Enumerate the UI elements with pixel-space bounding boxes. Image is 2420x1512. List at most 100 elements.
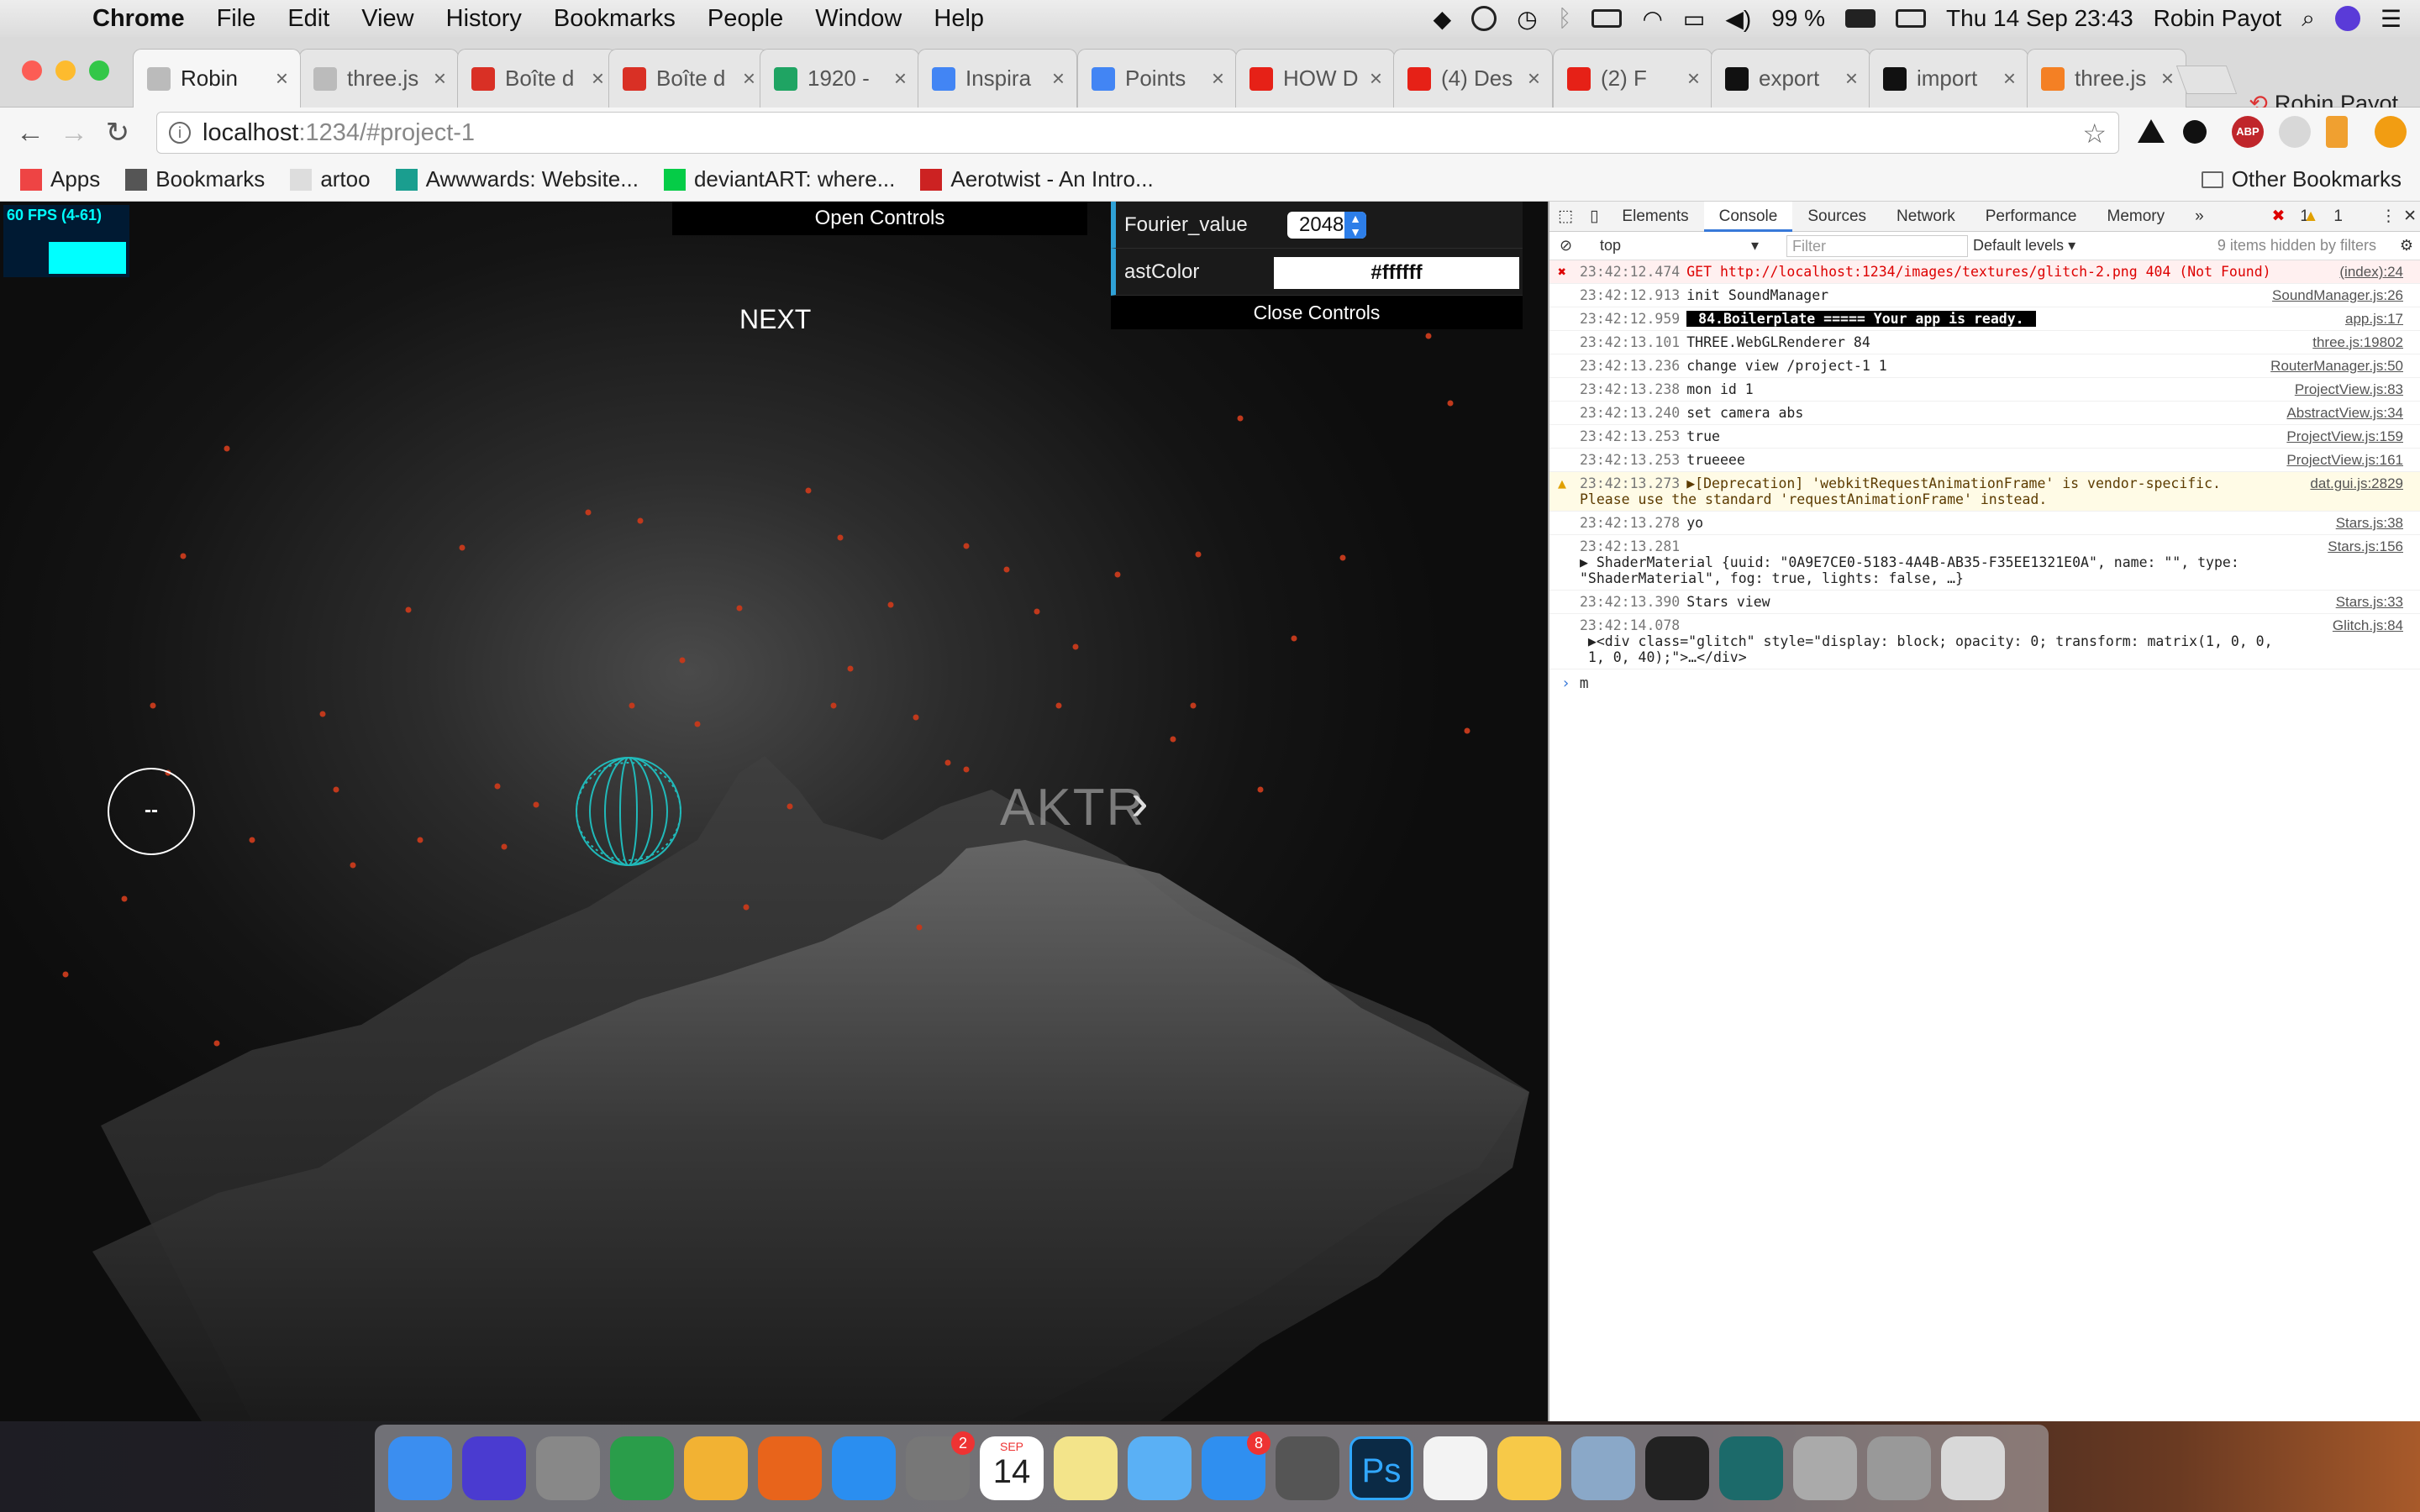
volume-icon[interactable]: ◀) bbox=[1725, 5, 1751, 33]
browser-tab[interactable]: 1920 - × bbox=[760, 49, 919, 108]
memory-meter-icon[interactable] bbox=[1591, 9, 1623, 28]
bluetooth-icon[interactable]: ᛒ bbox=[1558, 5, 1572, 32]
console-message[interactable]: 23:42:13.240 set camera abs AbstractView.j… bbox=[1549, 402, 2420, 425]
log-source-link[interactable]: ProjectView.js:161 bbox=[2286, 452, 2403, 468]
airplay-icon[interactable]: ▭ bbox=[1683, 5, 1705, 33]
devtools-tab-elements[interactable]: Elements bbox=[1607, 207, 1703, 226]
firefox-icon[interactable] bbox=[758, 1436, 822, 1500]
wifi-icon[interactable]: ◠ bbox=[1642, 5, 1662, 33]
dropbox-icon[interactable]: ◆ bbox=[1434, 5, 1452, 33]
log-source-link[interactable]: Stars.js:156 bbox=[2328, 538, 2403, 554]
close-tab-icon[interactable]: × bbox=[434, 66, 446, 92]
minimize-window-button[interactable] bbox=[55, 60, 76, 81]
close-tab-icon[interactable]: × bbox=[743, 66, 755, 92]
notes-icon[interactable] bbox=[1054, 1436, 1118, 1500]
close-tab-icon[interactable]: × bbox=[1687, 66, 1700, 92]
menu-history[interactable]: History bbox=[430, 5, 538, 33]
browser-tab[interactable]: HOW D × bbox=[1235, 49, 1395, 108]
log-source-link[interactable]: SoundManager.js:26 bbox=[2272, 287, 2403, 303]
devtools-tab-network[interactable]: Network bbox=[1881, 207, 1970, 226]
browser-tab[interactable]: import × bbox=[1869, 49, 2028, 108]
console-message[interactable]: 23:42:13.253 true ProjectView.js:159 bbox=[1549, 425, 2420, 449]
app-store-icon[interactable]: 8 bbox=[1202, 1431, 1270, 1500]
devtools-tab-performance[interactable]: Performance bbox=[1970, 207, 2092, 226]
menu-bookmarks[interactable]: Bookmarks bbox=[538, 5, 692, 33]
fps-stats-panel[interactable]: 60 FPS (4-61) bbox=[3, 205, 129, 277]
clear-console-icon[interactable]: ⊘ bbox=[1560, 237, 1572, 255]
forward-button[interactable]: → bbox=[52, 117, 96, 150]
log-source-link[interactable]: Stars.js:38 bbox=[2336, 515, 2403, 531]
adblock-plus-icon[interactable]: ABP bbox=[2232, 116, 2264, 148]
browser-tab[interactable]: three.js × bbox=[2027, 49, 2186, 108]
zoom-window-button[interactable] bbox=[89, 60, 109, 81]
console-message[interactable]: 23:42:13.390 Stars view Stars.js:33 bbox=[1549, 591, 2420, 614]
bookmark-star-icon[interactable]: ☆ bbox=[2082, 118, 2107, 150]
console-message[interactable]: 23:42:13.281 ▶ ShaderMaterial {uuid: "0A… bbox=[1549, 535, 2420, 591]
close-tab-icon[interactable]: × bbox=[1052, 66, 1065, 92]
device-toolbar-icon[interactable]: ▯ bbox=[1581, 207, 1607, 226]
terminal-icon[interactable] bbox=[1645, 1436, 1709, 1500]
context-select[interactable]: top ▾ bbox=[1600, 237, 1768, 255]
user-name[interactable]: Robin Payot bbox=[2154, 5, 2282, 32]
chevron-right-icon[interactable]: › bbox=[1131, 773, 1149, 832]
close-tab-icon[interactable]: × bbox=[1370, 66, 1382, 92]
notification-center-icon[interactable]: ☰ bbox=[2381, 5, 2402, 33]
log-source-link[interactable]: ProjectView.js:83 bbox=[2295, 381, 2403, 397]
menu-app-name[interactable]: Chrome bbox=[76, 5, 201, 33]
new-tab-button[interactable] bbox=[2175, 66, 2238, 94]
chrome-icon[interactable] bbox=[610, 1436, 674, 1500]
extension-grey-icon[interactable] bbox=[2279, 116, 2311, 148]
project-title[interactable]: AKTR bbox=[1000, 778, 1145, 837]
close-tab-icon[interactable]: × bbox=[1528, 66, 1540, 92]
photos-icon[interactable] bbox=[1423, 1436, 1487, 1500]
battery-icon[interactable] bbox=[1845, 9, 1876, 28]
log-source-link[interactable]: AbstractView.js:34 bbox=[2286, 405, 2403, 421]
menu-window[interactable]: Window bbox=[799, 5, 918, 33]
calendar-menu-icon[interactable] bbox=[1896, 9, 1927, 28]
log-source-link[interactable]: three.js:19802 bbox=[2312, 334, 2403, 350]
photoshop-icon[interactable]: Ps bbox=[1349, 1436, 1413, 1500]
calendar-icon[interactable]: SEP 14 bbox=[980, 1436, 1044, 1500]
console-input[interactable]: m bbox=[1580, 675, 1589, 692]
menu-help[interactable]: Help bbox=[918, 5, 1000, 33]
trash-icon[interactable] bbox=[1941, 1436, 2005, 1500]
spotlight-icon[interactable]: ⌕ bbox=[2302, 5, 2315, 33]
bookmark-item[interactable]: deviantART: where... bbox=[663, 166, 895, 192]
browser-tab[interactable]: export × bbox=[1711, 49, 1870, 108]
browser-tab[interactable]: Boîte d × bbox=[608, 49, 768, 108]
console-message[interactable]: 23:42:13.253 trueeee ProjectView.js:161 bbox=[1549, 449, 2420, 472]
devtools-menu-icon[interactable]: ⋮ bbox=[2381, 207, 2396, 226]
browser-tab[interactable]: Points × bbox=[1077, 49, 1237, 108]
address-bar[interactable]: i localhost:1234/#project-1 ☆ bbox=[156, 112, 2119, 154]
extension-bird-icon[interactable] bbox=[2183, 120, 2207, 144]
fourier-select[interactable]: 2048 ▲ ▼ bbox=[1287, 212, 1366, 239]
site-info-icon[interactable]: i bbox=[169, 122, 191, 144]
webgl-page[interactable]: 60 FPS (4-61) Open Controls Fourier_valu… bbox=[0, 202, 1548, 1421]
browser-tab[interactable]: Robin × bbox=[133, 49, 301, 108]
close-tab-icon[interactable]: × bbox=[2161, 66, 2174, 92]
siri-icon[interactable] bbox=[2334, 6, 2360, 31]
extension-flag-icon[interactable] bbox=[2326, 116, 2348, 148]
browser-tab[interactable]: three.js × bbox=[299, 49, 459, 108]
log-source-link[interactable]: RouterManager.js:50 bbox=[2270, 358, 2403, 374]
log-levels-select[interactable]: Default levels ▾ bbox=[1973, 237, 2075, 255]
inspect-element-icon[interactable]: ⬚ bbox=[1549, 207, 1581, 226]
devtools-tab-console[interactable]: Console bbox=[1703, 201, 1793, 232]
log-source-link[interactable]: Glitch.js:84 bbox=[2333, 617, 2403, 633]
console-message[interactable]: 23:42:12.959 84.Boilerplate ===== Your a… bbox=[1549, 307, 2420, 331]
close-tab-icon[interactable]: × bbox=[1212, 66, 1224, 92]
browser-tab[interactable]: Inspira × bbox=[918, 49, 1077, 108]
close-tab-icon[interactable]: × bbox=[1845, 66, 1858, 92]
console-message[interactable]: 23:42:13.278 yo Stars.js:38 bbox=[1549, 512, 2420, 535]
warning-count[interactable]: ▲ 1 bbox=[2288, 207, 2373, 226]
console-message[interactable]: 23:42:13.238 mon id 1 ProjectView.js:83 bbox=[1549, 378, 2420, 402]
console-message[interactable]: 23:42:12.913 init SoundManager SoundManage… bbox=[1549, 284, 2420, 307]
reload-button[interactable]: ↻ bbox=[96, 116, 139, 150]
launchpad-icon[interactable] bbox=[536, 1436, 600, 1500]
log-source-link[interactable]: Stars.js:33 bbox=[2336, 594, 2403, 610]
console-settings-icon[interactable]: ⚙ bbox=[2400, 237, 2413, 255]
log-source-link[interactable]: ProjectView.js:159 bbox=[2286, 428, 2403, 444]
sublime-text-icon[interactable] bbox=[1276, 1436, 1339, 1500]
bookmark-item[interactable]: Bookmarks bbox=[125, 166, 265, 192]
menu-edit[interactable]: Edit bbox=[271, 5, 345, 33]
